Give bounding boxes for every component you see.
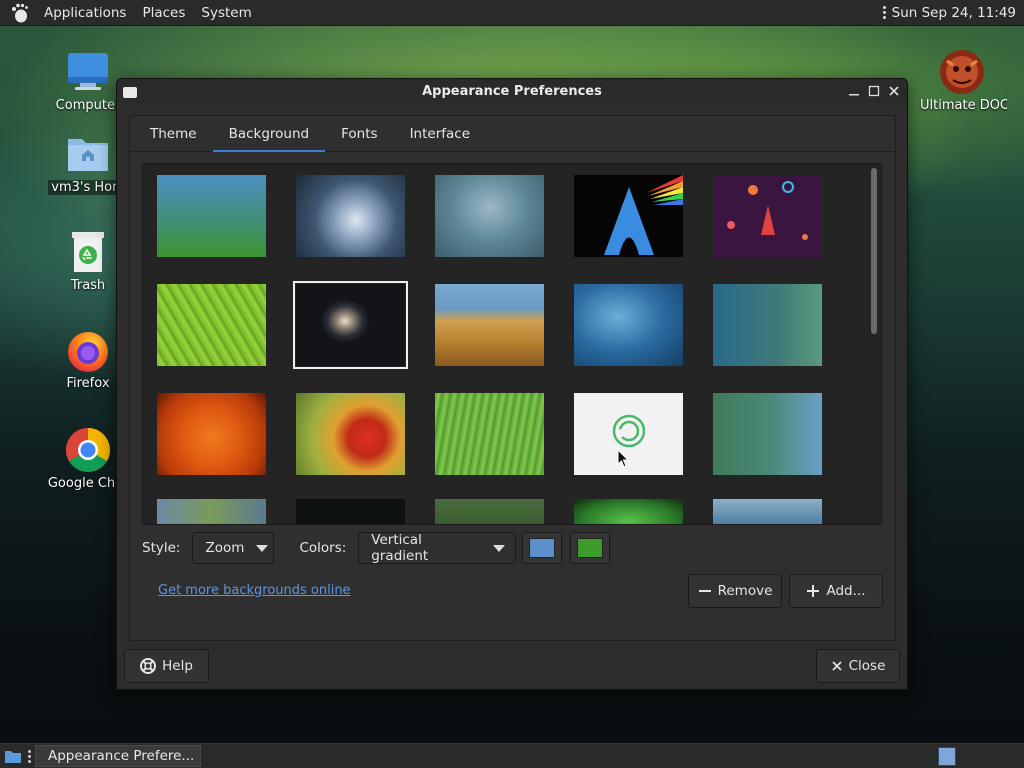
desktop-icon-label: Ultimate DOOM <box>920 98 1007 113</box>
colors-label: Colors: <box>299 540 347 556</box>
wallpaper-thumbnail[interactable] <box>296 499 405 524</box>
taskbar-item-label: Appearance Prefere... <box>48 748 195 764</box>
plus-icon <box>807 585 820 597</box>
tab-fonts[interactable]: Fonts <box>325 116 393 151</box>
home-folder-icon <box>64 130 112 178</box>
remove-button[interactable]: Remove <box>688 574 782 608</box>
style-label: Style: <box>142 540 181 556</box>
wallpaper-thumbnail[interactable] <box>435 175 544 257</box>
scrollbar-thumb[interactable] <box>871 168 877 334</box>
taskbar-item-appearance[interactable]: Appearance Prefere... <box>35 745 201 767</box>
window-title: Appearance Preferences <box>422 83 602 99</box>
wallpaper-thumbnail[interactable] <box>574 499 683 524</box>
style-combo-value: Zoom <box>205 540 245 556</box>
tab-bar: Theme Background Fonts Interface <box>130 116 895 152</box>
more-vert-icon[interactable] <box>882 6 886 19</box>
close-button-label: Close <box>848 658 886 674</box>
bottom-panel: Appearance Prefere... <box>0 743 1024 768</box>
help-lifebuoy-icon <box>140 658 157 674</box>
close-button[interactable]: Close <box>816 649 900 683</box>
primary-color-button[interactable] <box>522 532 563 564</box>
wallpaper-thumbnail[interactable] <box>713 284 822 366</box>
remove-button-label: Remove <box>717 583 773 599</box>
close-icon <box>832 661 842 671</box>
chrome-icon <box>64 426 112 474</box>
wallpaper-thumbnail[interactable] <box>157 499 266 524</box>
wallpaper-thumbnail[interactable] <box>713 499 822 524</box>
wallpaper-thumbnail[interactable] <box>157 284 266 366</box>
close-window-icon[interactable] <box>887 84 901 98</box>
secondary-color-swatch <box>577 538 604 558</box>
applications-menu[interactable]: Applications <box>36 5 134 21</box>
wallpaper-thumbnail[interactable] <box>574 175 683 257</box>
drag-handle-icon[interactable] <box>28 749 31 763</box>
minus-icon <box>698 590 711 592</box>
wallpaper-thumbnail[interactable] <box>435 284 544 366</box>
top-panel: Applications Places System Sun Sep 24, 1… <box>0 0 1024 26</box>
wallpaper-thumbnail[interactable] <box>435 393 544 475</box>
computer-icon <box>64 48 112 96</box>
wallpaper-thumbnail[interactable] <box>435 499 544 524</box>
help-button-label: Help <box>162 658 193 674</box>
tab-background[interactable]: Background <box>212 116 326 152</box>
firefox-icon <box>64 326 112 374</box>
desktop-icon-doom[interactable]: Ultimate DOOM <box>912 48 1012 117</box>
trash-icon <box>64 228 112 276</box>
colors-combo-value: Vertical gradient <box>371 532 429 564</box>
primary-color-swatch <box>529 538 556 558</box>
doom-icon <box>938 48 986 96</box>
desktop-icon-label: Trash <box>70 278 106 293</box>
wallpaper-thumbnail[interactable] <box>713 393 822 475</box>
help-button[interactable]: Help <box>124 649 209 683</box>
desktop-icon-label: Computer <box>55 98 121 113</box>
background-controls: Style: Zoom Colors: Vertical gradient <box>142 532 611 564</box>
add-button[interactable]: Add... <box>789 574 883 608</box>
chevron-down-icon <box>256 544 269 552</box>
wallpaper-thumbnail[interactable] <box>296 175 405 257</box>
mouse-pointer-icon <box>617 449 630 468</box>
preferences-notebook: Theme Background Fonts Interface Style: … <box>129 115 896 641</box>
clock[interactable]: Sun Sep 24, 11:49 <box>892 5 1016 21</box>
window-titlebar[interactable]: Appearance Preferences <box>117 79 907 103</box>
system-menu[interactable]: System <box>193 5 259 21</box>
add-button-label: Add... <box>826 583 866 599</box>
wallpaper-thumbnail[interactable] <box>157 393 266 475</box>
desktop-icon-label: Firefox <box>66 376 110 391</box>
gnome-foot-icon[interactable] <box>8 1 32 25</box>
secondary-color-button[interactable] <box>570 532 611 564</box>
style-combo[interactable]: Zoom <box>192 532 275 564</box>
maximize-icon[interactable] <box>867 84 881 98</box>
places-menu[interactable]: Places <box>134 5 193 21</box>
wallpaper-thumbnail[interactable] <box>296 393 405 475</box>
tab-theme[interactable]: Theme <box>134 116 213 151</box>
chevron-down-icon <box>493 544 506 552</box>
show-desktop-icon[interactable] <box>2 745 24 767</box>
gallery-scrollbar[interactable] <box>870 168 878 520</box>
wallpaper-thumbnail[interactable] <box>574 284 683 366</box>
appearance-preferences-window: Appearance Preferences Theme Background … <box>116 78 908 690</box>
wallpaper-thumbnail-selected[interactable] <box>293 281 408 369</box>
tab-interface[interactable]: Interface <box>394 116 486 151</box>
workspace-switcher[interactable] <box>938 747 956 766</box>
minimize-icon[interactable] <box>847 84 861 98</box>
wallpaper-gallery[interactable] <box>142 163 882 525</box>
wallpaper-thumbnail[interactable] <box>157 175 266 257</box>
colors-combo[interactable]: Vertical gradient <box>358 532 517 564</box>
wallpaper-thumbnail[interactable] <box>713 175 822 257</box>
more-backgrounds-link[interactable]: Get more backgrounds online <box>158 583 351 598</box>
